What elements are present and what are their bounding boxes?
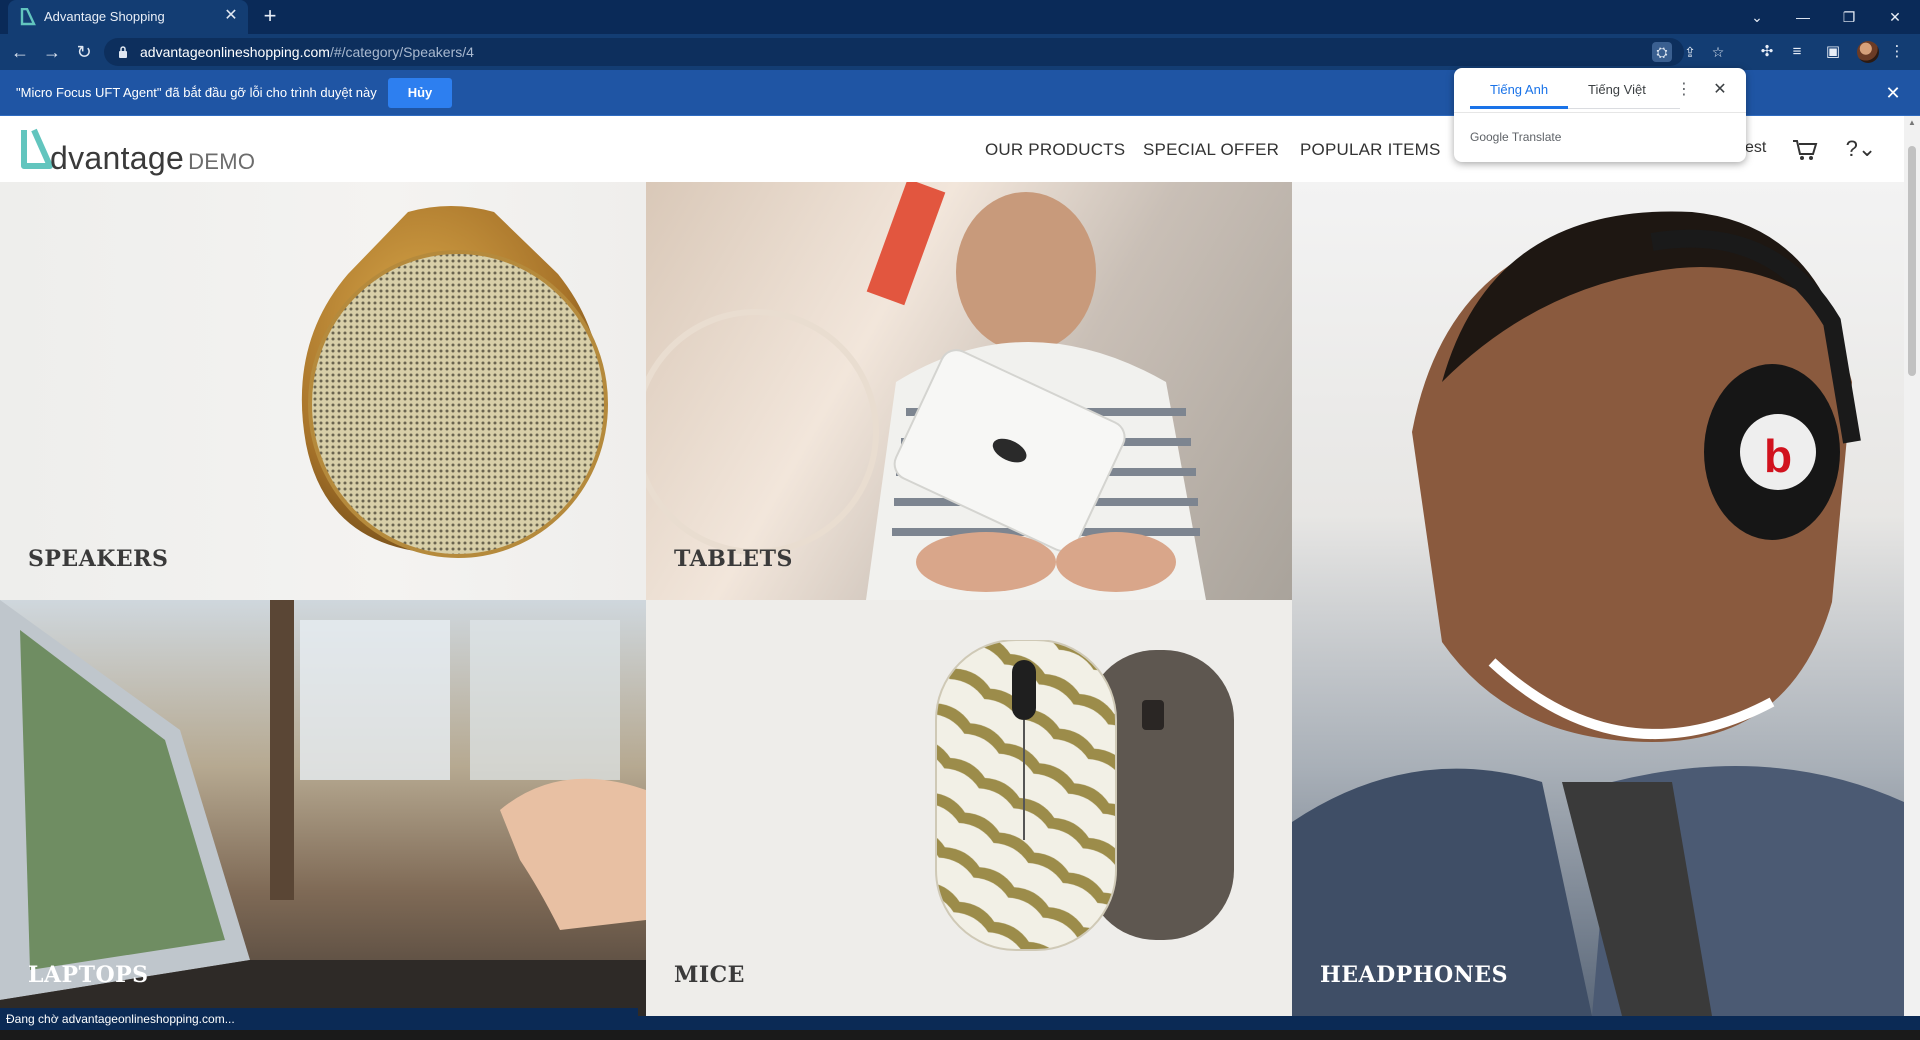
url-host: advantageonlineshopping.com xyxy=(140,44,330,60)
tab-strip: Advantage Shopping ✕ + ⌄ — ❐ ✕ xyxy=(0,0,1920,34)
browser-window: Advantage Shopping ✕ + ⌄ — ❐ ✕ ← → ↻ adv… xyxy=(0,0,1920,1040)
menu-kebab-icon[interactable]: ⋮ xyxy=(1887,42,1907,62)
translate-more-icon[interactable]: ⋮ xyxy=(1676,80,1692,100)
bookmark-star-icon[interactable]: ☆ xyxy=(1708,42,1728,62)
header-partial-text: est xyxy=(1745,139,1767,156)
infobar-message: "Micro Focus UFT Agent" đã bắt đầu gỡ lỗ… xyxy=(16,85,377,100)
cart-icon[interactable] xyxy=(1790,134,1820,164)
category-tile-mice[interactable]: MICE xyxy=(646,600,1292,1016)
laptop-image xyxy=(0,600,646,1016)
nav-our-products[interactable]: OUR PRODUCTS xyxy=(985,140,1125,160)
logo-a-icon xyxy=(21,128,53,169)
profile-avatar[interactable] xyxy=(1857,41,1879,63)
category-label-laptops: LAPTOPS xyxy=(28,962,149,988)
tab-search-icon[interactable]: ⌄ xyxy=(1744,6,1770,28)
translate-close-icon[interactable]: ✕ xyxy=(1710,80,1730,100)
headphones-image: b xyxy=(1292,211,1904,1016)
url-text: advantageonlineshopping.com/#/category/S… xyxy=(140,44,474,60)
site-logo[interactable]: dvantage DEMO xyxy=(20,126,260,176)
tab-close-icon[interactable]: ✕ xyxy=(222,7,240,25)
url-path: /#/category/Speakers/4 xyxy=(329,44,474,60)
tablet-image xyxy=(646,182,1206,600)
logo-main: dvantage xyxy=(50,140,185,176)
status-bar: Đang chờ advantageonlineshopping.com... xyxy=(0,1008,638,1030)
category-tile-laptops[interactable]: LAPTOPS xyxy=(0,600,646,1016)
forward-icon[interactable]: → xyxy=(40,40,64,64)
nav-popular-items[interactable]: POPULAR ITEMS xyxy=(1300,140,1441,160)
address-bar[interactable]: advantageonlineshopping.com/#/category/S… xyxy=(104,38,1724,66)
translate-icon[interactable]: ⛭ xyxy=(1652,42,1672,62)
minimize-button[interactable]: — xyxy=(1790,6,1816,28)
nav-special-offer[interactable]: SPECIAL OFFER xyxy=(1143,140,1279,160)
reading-list-icon[interactable]: ≡ xyxy=(1787,42,1807,62)
translate-active-indicator xyxy=(1470,106,1568,109)
category-tile-tablets[interactable]: TABLETS xyxy=(646,182,1292,600)
share-icon[interactable]: ⇪ xyxy=(1680,42,1700,62)
taskbar-strip xyxy=(0,1030,1920,1040)
tab-source-language[interactable]: Tiếng Anh xyxy=(1490,82,1548,97)
page-viewport: dvantage DEMO OUR PRODUCTS SPECIAL OFFER … xyxy=(0,116,1904,1016)
advantage-favicon-icon xyxy=(20,8,36,26)
browser-tab[interactable]: Advantage Shopping ✕ xyxy=(8,0,248,34)
back-icon[interactable]: ← xyxy=(8,40,32,64)
scroll-up-icon[interactable]: ▲ xyxy=(1908,118,1916,127)
category-label-headphones: HEADPHONES xyxy=(1320,962,1508,988)
scroll-thumb[interactable] xyxy=(1908,146,1916,376)
category-tile-headphones[interactable]: b HEADPHONES xyxy=(1292,182,1904,1016)
translate-separator xyxy=(1454,112,1746,113)
category-label-tablets: TABLETS xyxy=(674,546,793,572)
category-label-speakers: SPEAKERS xyxy=(28,546,169,572)
logo-demo: DEMO xyxy=(188,149,256,174)
translate-popup: Tiếng Anh Tiếng Việt ⋮ ✕ Google Translat… xyxy=(1454,68,1746,162)
browser-toolbar: ← → ↻ advantageonlineshopping.com/#/cate… xyxy=(0,34,1920,70)
svg-text:b: b xyxy=(1764,430,1792,482)
reload-icon[interactable]: ↻ xyxy=(72,40,96,64)
category-tile-speakers[interactable]: SPEAKERS xyxy=(0,182,646,600)
logo-text: dvantage DEMO xyxy=(50,140,255,177)
speaker-image xyxy=(301,206,608,558)
lock-icon xyxy=(119,46,127,58)
side-panel-icon[interactable]: ▣ xyxy=(1823,42,1843,62)
google-translate-brand: Google Translate xyxy=(1470,130,1562,144)
tab-title: Advantage Shopping xyxy=(44,9,165,24)
new-tab-button[interactable]: + xyxy=(258,5,282,29)
infobar-close-icon[interactable]: ✕ xyxy=(1882,82,1904,104)
cancel-debugging-button[interactable]: Hủy xyxy=(388,78,452,108)
category-grid: SPEAKERS TABLETS b HEADPHONES LAPTOPS MI… xyxy=(0,182,1904,1016)
tab-target-language[interactable]: Tiếng Việt xyxy=(1588,82,1646,97)
close-window-button[interactable]: ✕ xyxy=(1882,6,1908,28)
extensions-icon[interactable]: ✣ xyxy=(1757,42,1777,62)
mice-image xyxy=(935,640,1234,951)
restore-button[interactable]: ❐ xyxy=(1836,6,1862,28)
page-scrollbar[interactable]: ▲ xyxy=(1904,116,1920,1016)
help-icon[interactable]: ?⌄ xyxy=(1836,134,1886,164)
category-label-mice: MICE xyxy=(674,962,745,988)
